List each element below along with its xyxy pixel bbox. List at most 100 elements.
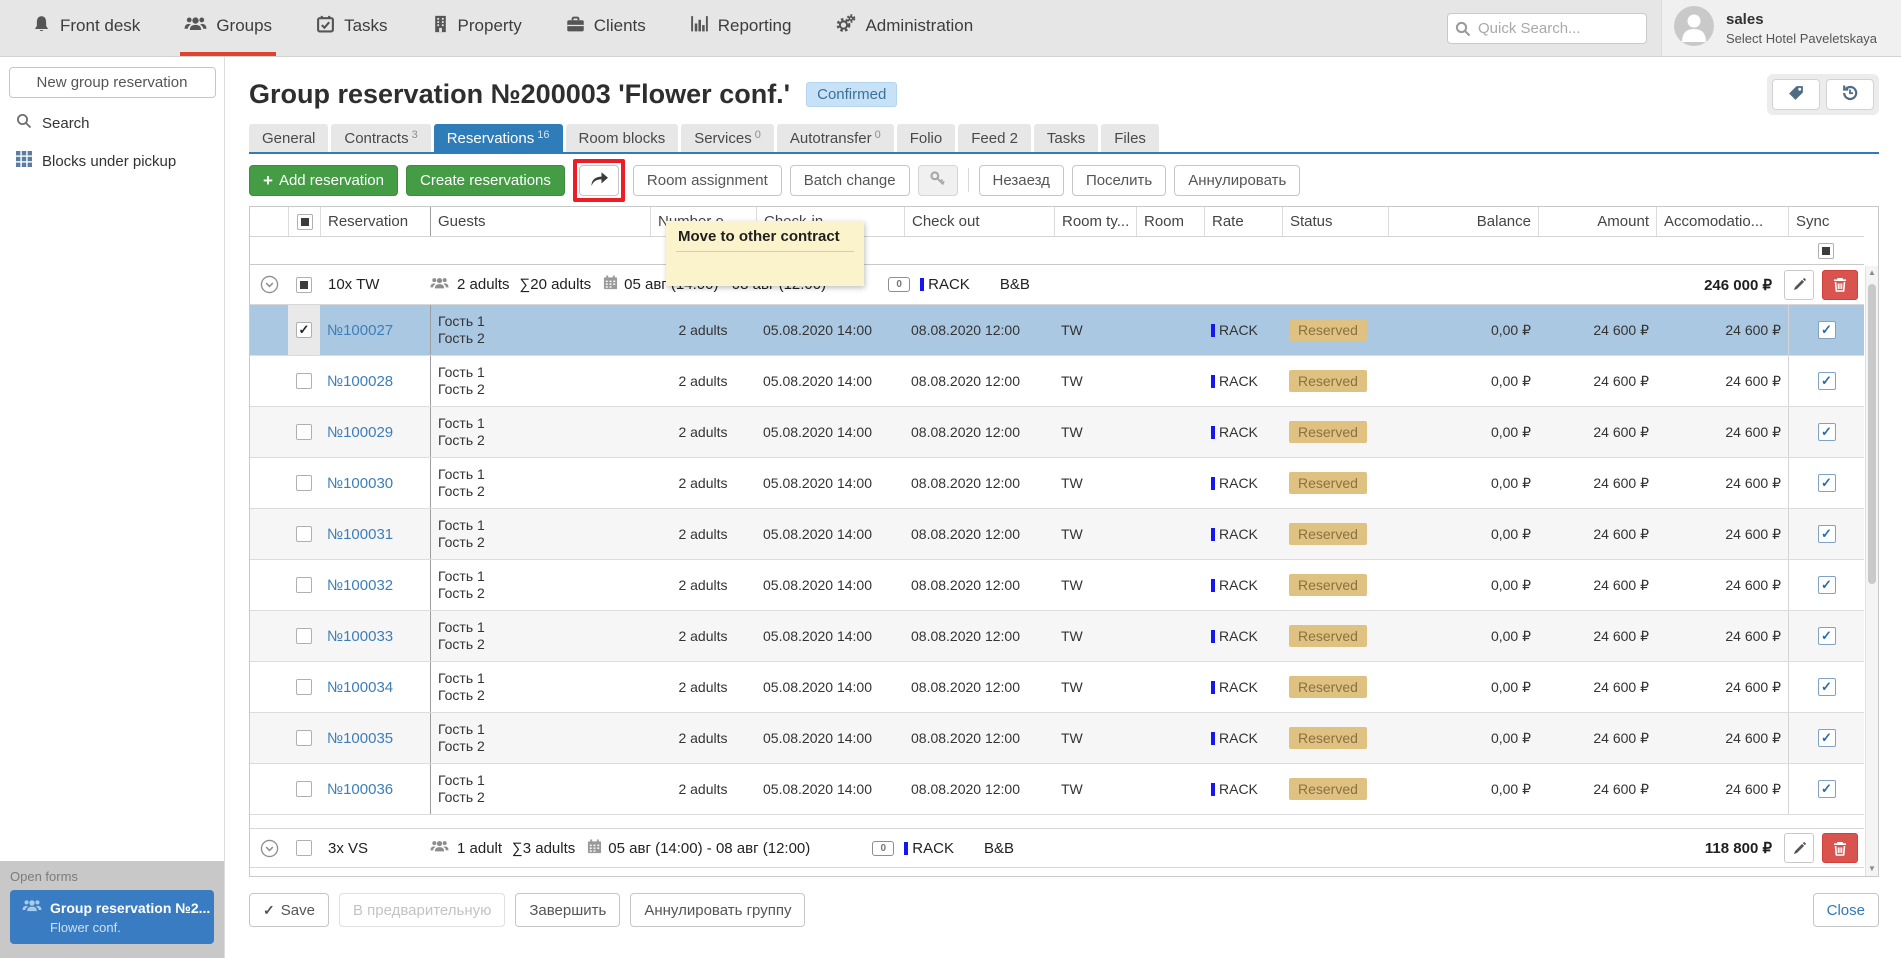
tab[interactable]: Files [1101, 124, 1159, 152]
col-sync[interactable]: Sync [1788, 207, 1864, 236]
sync-checkbox[interactable] [1818, 627, 1836, 645]
annul-group-button[interactable]: Аннулировать группу [630, 893, 805, 927]
sidebar-item-blocks-under-pickup[interactable]: Blocks under pickup [0, 142, 224, 180]
room-assignment-button[interactable]: Room assignment [633, 165, 782, 196]
reservation-link[interactable]: №100030 [327, 475, 393, 492]
sync-checkbox[interactable] [1818, 678, 1836, 696]
tab[interactable]: Room blocks [566, 124, 679, 152]
col-checkout[interactable]: Check out [904, 207, 1054, 236]
group-checkbox[interactable] [296, 277, 312, 293]
scrollbar-thumb[interactable] [1868, 284, 1876, 584]
settle-button[interactable]: Поселить [1072, 165, 1166, 196]
col-rate[interactable]: Rate [1204, 207, 1282, 236]
table-row[interactable]: №100036 Гость 1 Гость 2 2 adults 05.08.2… [250, 764, 1864, 815]
scroll-up-icon[interactable]: ▲ [1866, 266, 1878, 280]
delete-group-button[interactable] [1822, 833, 1858, 863]
row-checkbox[interactable] [296, 679, 312, 695]
nav-front-desk[interactable]: Front desk [28, 0, 144, 56]
quick-search-input[interactable] [1447, 13, 1647, 44]
save-button[interactable]: ✓Save [249, 893, 329, 927]
edit-group-button[interactable] [1784, 270, 1814, 300]
user-menu[interactable]: sales Select Hotel Paveletskaya [1661, 0, 1901, 56]
col-room-type[interactable]: Room ty... [1054, 207, 1136, 236]
table-row[interactable]: №100030 Гость 1 Гость 2 2 adults 05.08.2… [250, 458, 1864, 509]
move-to-other-contract-button[interactable] [579, 165, 619, 196]
col-reservation[interactable]: Reservation [320, 207, 430, 236]
collapse-group-button[interactable] [250, 275, 288, 294]
col-accommodation[interactable]: Accomodatio... [1656, 207, 1788, 236]
sync-checkbox[interactable] [1818, 423, 1836, 441]
sync-checkbox[interactable] [1818, 729, 1836, 747]
nav-reporting[interactable]: Reporting [686, 0, 796, 56]
row-checkbox[interactable] [296, 628, 312, 644]
sync-checkbox[interactable] [1818, 780, 1836, 798]
reservation-link[interactable]: №100029 [327, 424, 393, 441]
col-amount[interactable]: Amount [1538, 207, 1656, 236]
reservation-link[interactable]: №100031 [327, 526, 393, 543]
nav-administration[interactable]: Administration [831, 0, 977, 56]
row-checkbox[interactable] [296, 475, 312, 491]
col-balance[interactable]: Balance [1388, 207, 1538, 236]
new-group-reservation-button[interactable]: New group reservation [9, 67, 216, 98]
annul-button[interactable]: Аннулировать [1174, 165, 1300, 196]
tab[interactable]: Feed 2 [958, 124, 1031, 152]
add-reservation-button[interactable]: +Add reservation [249, 165, 398, 196]
reservation-link[interactable]: №100036 [327, 781, 393, 798]
row-checkbox[interactable] [296, 781, 312, 797]
to-preliminary-button[interactable]: В предварительную [339, 893, 505, 927]
table-row[interactable]: №100032 Гость 1 Гость 2 2 adults 05.08.2… [250, 560, 1864, 611]
table-row[interactable]: №100028 Гость 1 Гость 2 2 adults 05.08.2… [250, 356, 1864, 407]
reservation-link[interactable]: №100028 [327, 373, 393, 390]
nav-clients[interactable]: Clients [562, 0, 650, 56]
create-reservations-button[interactable]: Create reservations [406, 165, 565, 196]
sync-checkbox[interactable] [1818, 474, 1836, 492]
nav-tasks[interactable]: Tasks [312, 0, 391, 56]
row-checkbox[interactable] [296, 424, 312, 440]
table-row[interactable]: №100029 Гость 1 Гость 2 2 adults 05.08.2… [250, 407, 1864, 458]
table-row[interactable]: №100027 Гость 1 Гость 2 2 adults 05.08.2… [250, 305, 1864, 356]
sync-checkbox[interactable] [1818, 576, 1836, 594]
tab[interactable]: Folio [897, 124, 956, 152]
finish-button[interactable]: Завершить [515, 893, 620, 927]
reservation-link[interactable]: №100027 [327, 322, 393, 339]
table-row[interactable]: №100035 Гость 1 Гость 2 2 adults 05.08.2… [250, 713, 1864, 764]
history-button[interactable] [1826, 79, 1874, 110]
tab[interactable]: Contracts3 [331, 124, 430, 152]
hotel-selector[interactable]: Select Hotel Paveletskaya [1726, 31, 1877, 46]
key-button[interactable] [918, 165, 958, 196]
close-button[interactable]: Close [1813, 893, 1879, 927]
edit-group-button[interactable] [1784, 833, 1814, 863]
tab[interactable]: Tasks [1034, 124, 1098, 152]
row-checkbox[interactable] [296, 322, 312, 338]
select-all-checkbox[interactable] [297, 214, 313, 230]
tab[interactable]: Services0 [681, 124, 774, 152]
vertical-scrollbar[interactable]: ▲ ▼ [1865, 266, 1878, 876]
nav-groups[interactable]: Groups [180, 0, 276, 56]
row-checkbox[interactable] [296, 373, 312, 389]
collapse-group-button[interactable] [250, 839, 288, 858]
sidebar-item-search[interactable]: Search [0, 104, 224, 142]
table-row[interactable]: №100033 Гость 1 Гость 2 2 adults 05.08.2… [250, 611, 1864, 662]
nav-property[interactable]: Property [428, 0, 526, 56]
table-row[interactable]: №100031 Гость 1 Гость 2 2 adults 05.08.2… [250, 509, 1864, 560]
sync-checkbox[interactable] [1818, 525, 1836, 543]
row-checkbox[interactable] [296, 730, 312, 746]
col-guests[interactable]: Guests [430, 207, 650, 236]
no-show-button[interactable]: Незаезд [979, 165, 1064, 196]
tab[interactable]: Reservations16 [434, 124, 563, 152]
reservation-link[interactable]: №100033 [327, 628, 393, 645]
group-checkbox[interactable] [296, 840, 312, 856]
row-checkbox[interactable] [296, 577, 312, 593]
open-form-card[interactable]: Group reservation №2... Flower conf. [10, 890, 214, 944]
row-checkbox[interactable] [296, 526, 312, 542]
reservation-link[interactable]: №100032 [327, 577, 393, 594]
col-status[interactable]: Status [1282, 207, 1388, 236]
tab[interactable]: General [249, 124, 328, 152]
tags-button[interactable] [1772, 79, 1820, 110]
tab[interactable]: Autotransfer0 [777, 124, 894, 152]
table-row[interactable]: №100034 Гость 1 Гость 2 2 adults 05.08.2… [250, 662, 1864, 713]
sync-checkbox[interactable] [1818, 321, 1836, 339]
scroll-down-icon[interactable]: ▼ [1866, 862, 1878, 876]
reservation-link[interactable]: №100034 [327, 679, 393, 696]
col-room[interactable]: Room [1136, 207, 1204, 236]
